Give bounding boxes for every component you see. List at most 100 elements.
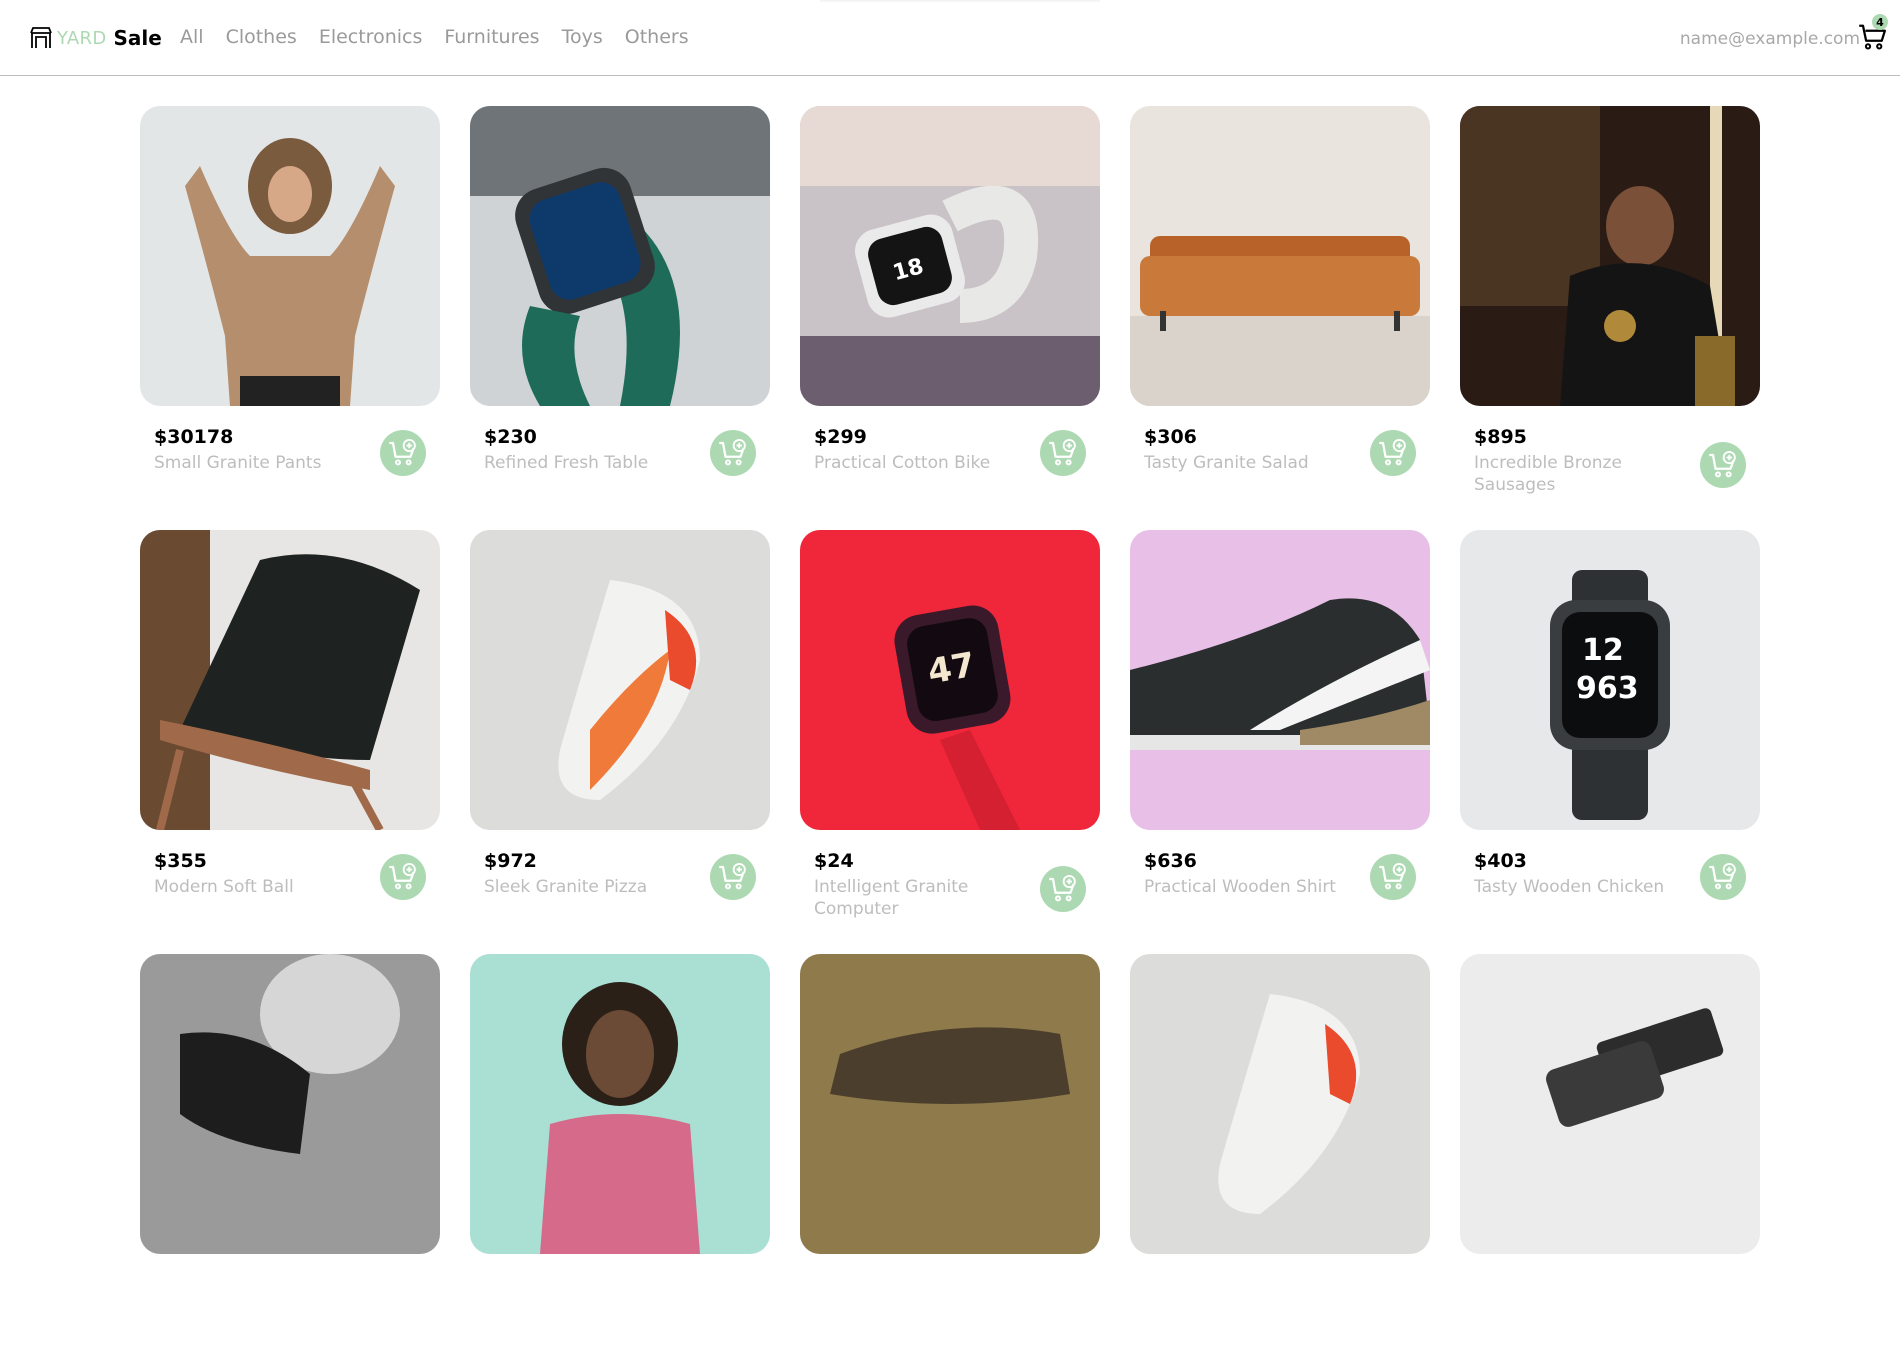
add-to-cart-button[interactable] — [710, 430, 756, 476]
product-photo-bw-sneaker — [140, 954, 440, 1254]
cart-plus-icon — [1709, 450, 1736, 478]
product-info: $306 Tasty Granite Salad — [1130, 406, 1430, 499]
svg-text:963: 963 — [1576, 671, 1639, 706]
product-name: Refined Fresh Table — [484, 453, 649, 473]
product-photo-sport-watch: 12 963 — [1460, 530, 1760, 830]
product-photo-sneaker-orange-2 — [1130, 954, 1430, 1254]
svg-text:12: 12 — [1582, 633, 1624, 668]
product-info: $972 Sleek Granite Pizza — [470, 830, 770, 923]
product-image[interactable] — [800, 954, 1100, 1254]
product-photo-sweater — [140, 106, 440, 406]
nav-link-clothes[interactable]: Clothes — [226, 26, 297, 48]
product-card[interactable]: $306 Tasty Granite Salad — [1130, 106, 1430, 499]
top-navbar: YARD Sale All Clothes Electronics Furnit… — [0, 0, 1900, 76]
nav-link-electronics[interactable]: Electronics — [319, 26, 423, 48]
product-card[interactable]: 47 $24 Intelligent Granite Computer — [800, 530, 1100, 923]
product-photo-portrait — [1460, 106, 1760, 406]
product-card[interactable]: 18 $299 Practical Cotton Bike — [800, 106, 1100, 499]
cart-plus-icon — [719, 862, 746, 890]
product-card[interactable]: $972 Sleek Granite Pizza — [470, 530, 770, 923]
product-card[interactable]: $636 Practical Wooden Shirt — [1130, 530, 1430, 923]
product-name: Incredible Bronze Sausages — [1474, 453, 1622, 495]
add-to-cart-button[interactable] — [1040, 866, 1086, 912]
add-to-cart-button[interactable] — [380, 854, 426, 900]
add-to-cart-button[interactable] — [1040, 430, 1086, 476]
nav-link-furnitures[interactable]: Furnitures — [444, 26, 539, 48]
cart-plus-icon — [389, 862, 416, 890]
category-nav: All Clothes Electronics Furnitures Toys … — [180, 26, 689, 48]
product-card[interactable]: $355 Modern Soft Ball — [140, 530, 440, 923]
nav-link-all[interactable]: All — [180, 26, 204, 48]
product-photo-red-watch: 47 — [800, 530, 1100, 830]
product-image[interactable] — [1130, 530, 1430, 830]
product-image[interactable]: 47 — [800, 530, 1100, 830]
product-name: Modern Soft Ball — [154, 877, 294, 897]
cart-plus-icon — [1709, 862, 1736, 890]
shop-front-icon — [30, 27, 52, 48]
brand-sale-text: Sale — [113, 26, 162, 50]
product-name: Practical Wooden Shirt — [1144, 877, 1336, 897]
add-to-cart-button[interactable] — [1370, 854, 1416, 900]
product-image[interactable] — [1130, 954, 1430, 1254]
product-card[interactable]: $230 Refined Fresh Table — [470, 106, 770, 499]
product-image[interactable] — [140, 106, 440, 406]
add-to-cart-button[interactable] — [380, 430, 426, 476]
product-info: $24 Intelligent Granite Computer — [800, 830, 1100, 923]
product-card[interactable]: $895 Incredible Bronze Sausages — [1460, 106, 1760, 499]
product-photo-chair — [140, 530, 440, 830]
cart-plus-icon — [719, 438, 746, 466]
product-photo-olive-shoe — [800, 954, 1100, 1254]
product-image[interactable] — [140, 530, 440, 830]
product-card[interactable] — [140, 954, 440, 1347]
product-image[interactable] — [470, 530, 770, 830]
add-to-cart-button[interactable] — [710, 854, 756, 900]
cart-plus-icon — [389, 438, 416, 466]
user-email[interactable]: name@example.com — [1680, 29, 1860, 49]
product-price: $895 — [1474, 426, 1527, 448]
product-info: $355 Modern Soft Ball — [140, 830, 440, 923]
product-info: $636 Practical Wooden Shirt — [1130, 830, 1430, 923]
product-image[interactable] — [1460, 954, 1760, 1254]
product-name: Tasty Granite Salad — [1144, 453, 1309, 473]
product-card[interactable] — [1460, 954, 1760, 1347]
product-photo-woman-mint — [470, 954, 770, 1254]
cart-plus-icon — [1049, 438, 1076, 466]
cart-button[interactable]: 4 — [1858, 14, 1890, 52]
product-name: Intelligent Granite Computer — [814, 877, 969, 919]
add-to-cart-button[interactable] — [1700, 854, 1746, 900]
product-info: $299 Practical Cotton Bike — [800, 406, 1100, 499]
product-image[interactable]: 12 963 — [1460, 530, 1760, 830]
product-photo-white-watch: 18 — [800, 106, 1100, 406]
product-info: $230 Refined Fresh Table — [470, 406, 770, 499]
svg-text:47: 47 — [925, 645, 979, 693]
product-card[interactable] — [1130, 954, 1430, 1347]
product-price: $24 — [814, 850, 854, 872]
product-photo-metal-watch — [1460, 954, 1760, 1254]
product-name: Practical Cotton Bike — [814, 453, 991, 473]
product-image[interactable] — [1460, 106, 1760, 406]
brand-yard-text: YARD — [57, 27, 107, 49]
top-shadow-decoration — [820, 0, 1100, 3]
product-photo-green-watch — [470, 106, 770, 406]
product-image[interactable] — [470, 954, 770, 1254]
product-card[interactable]: 12 963 $403 Tasty Wooden Chicken — [1460, 530, 1760, 923]
product-info: $895 Incredible Bronze Sausages — [1460, 406, 1760, 499]
product-name: Tasty Wooden Chicken — [1474, 877, 1665, 897]
product-info: $403 Tasty Wooden Chicken — [1460, 830, 1760, 923]
product-image[interactable] — [140, 954, 440, 1254]
nav-link-others[interactable]: Others — [625, 26, 689, 48]
product-image[interactable] — [470, 106, 770, 406]
product-image[interactable] — [1130, 106, 1430, 406]
product-grid: $30178 Small Granite Pants $230 Refined … — [140, 106, 1760, 1347]
nav-link-toys[interactable]: Toys — [562, 26, 603, 48]
brand-logo[interactable]: YARD Sale — [29, 23, 162, 53]
add-to-cart-button[interactable] — [1370, 430, 1416, 476]
add-to-cart-button[interactable] — [1700, 442, 1746, 488]
product-card[interactable] — [470, 954, 770, 1347]
product-card[interactable] — [800, 954, 1100, 1347]
cart-plus-icon — [1049, 874, 1076, 902]
product-card[interactable]: $30178 Small Granite Pants — [140, 106, 440, 499]
product-image[interactable]: 18 — [800, 106, 1100, 406]
cart-count-badge: 4 — [1872, 14, 1888, 30]
product-photo-sneaker-black — [1130, 530, 1430, 830]
